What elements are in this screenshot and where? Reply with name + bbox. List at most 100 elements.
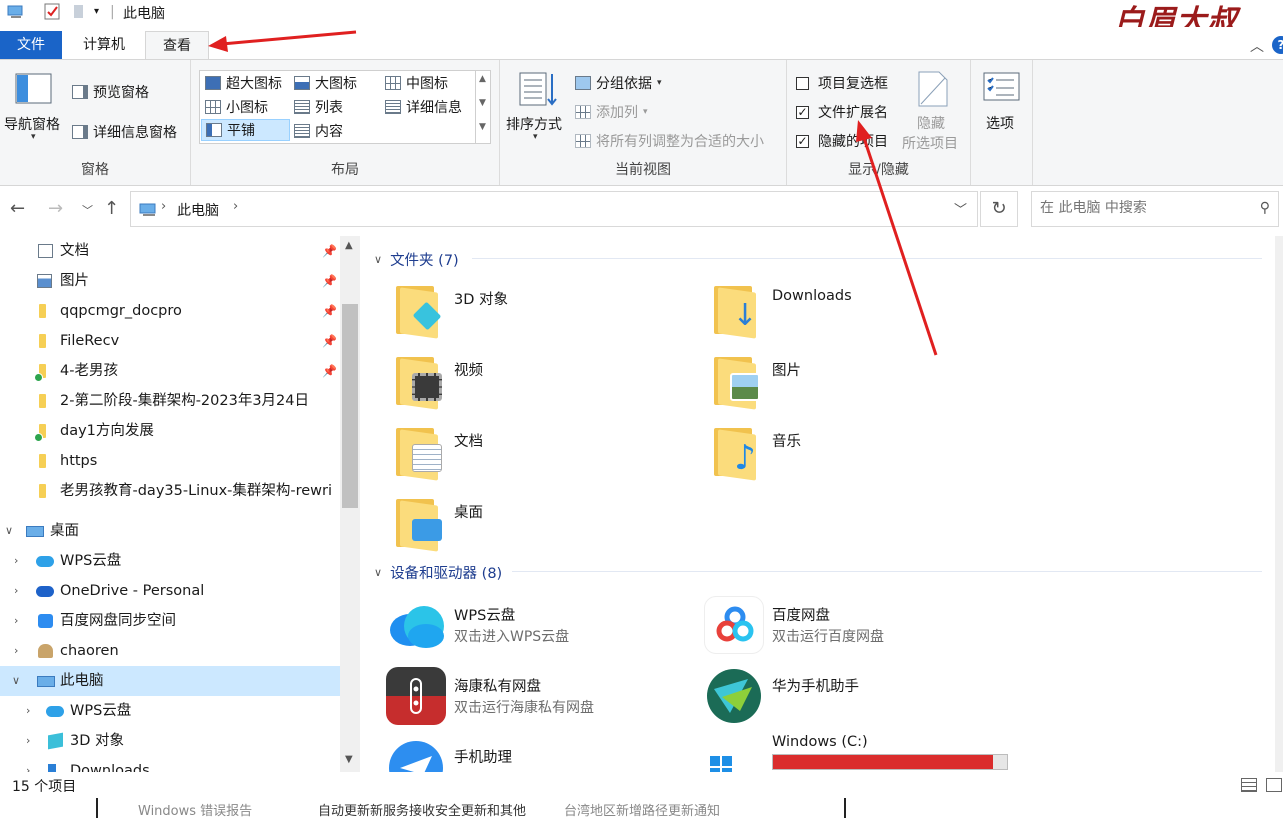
device-tile-huawei[interactable]: 华为手机助手: [678, 663, 978, 727]
pin-icon[interactable]: 📌: [322, 296, 337, 326]
search-box[interactable]: ⚲: [1031, 191, 1279, 227]
help-icon[interactable]: ?: [1272, 36, 1283, 54]
chevron-right-icon[interactable]: ›: [14, 636, 18, 666]
chevron-right-icon[interactable]: ›: [14, 546, 18, 576]
nav-pane-button[interactable]: 导航窗格: [4, 114, 60, 134]
computer-icon[interactable]: [6, 3, 26, 25]
sort-by-icon[interactable]: [518, 70, 558, 112]
nav-item-pictures[interactable]: 图片 📌: [0, 266, 340, 296]
folder-tile-desktop[interactable]: 桌面: [360, 489, 660, 553]
hide-selected-button-line2[interactable]: 所选项目: [902, 133, 958, 153]
scroll-thumb[interactable]: [342, 304, 358, 508]
folder-tile-videos[interactable]: 视频: [360, 347, 660, 411]
layout-content[interactable]: 内容: [294, 121, 343, 141]
layout-details[interactable]: 详细信息: [385, 97, 462, 117]
address-path[interactable]: 此电脑: [177, 200, 219, 220]
layout-gallery-scroll[interactable]: ▲ ▼ ▼: [475, 70, 491, 144]
nav-pane-icon[interactable]: [15, 73, 53, 109]
scroll-up-icon[interactable]: ▲: [479, 74, 486, 84]
folder-tile-pictures[interactable]: 图片: [678, 347, 978, 411]
chevron-right-icon[interactable]: ›: [233, 199, 238, 214]
nav-item-https[interactable]: https: [0, 446, 340, 476]
nav-item-3d-objects[interactable]: › 3D 对象: [0, 726, 340, 756]
scroll-up-icon[interactable]: ▲: [345, 240, 353, 251]
group-by-button[interactable]: 分组依据 ▾: [575, 73, 662, 93]
layout-large-icons[interactable]: 大图标: [294, 73, 357, 93]
nav-item-pc-wps-cloud[interactable]: › WPS云盘: [0, 696, 340, 726]
large-icons-view-toggle-icon[interactable]: [1266, 778, 1282, 792]
sort-by-button[interactable]: 排序方式: [506, 114, 562, 134]
chevron-down-icon[interactable]: ﹀: [954, 199, 967, 218]
fit-columns-button[interactable]: 将所有列调整为合适的大小: [575, 131, 764, 151]
preview-pane-button[interactable]: 预览窗格: [72, 82, 149, 102]
nav-item-chaoren[interactable]: › chaoren: [0, 636, 340, 666]
chevron-down-icon[interactable]: ∨: [5, 516, 13, 546]
folder-tile-3d-objects[interactable]: 3D 对象: [360, 276, 660, 340]
hidden-items-toggle[interactable]: ✓ 隐藏的项目: [796, 131, 888, 151]
new-folder-icon[interactable]: [72, 3, 86, 25]
add-column-button[interactable]: 添加列 ▾: [575, 102, 648, 122]
checkbox-checked[interactable]: ✓: [796, 134, 809, 148]
refresh-button[interactable]: ↻: [980, 191, 1018, 227]
chevron-right-icon[interactable]: ›: [26, 696, 30, 726]
pin-icon[interactable]: 📌: [322, 236, 337, 266]
tab-file[interactable]: 文件: [0, 31, 62, 59]
recent-locations-icon[interactable]: ﹀: [82, 202, 93, 218]
layout-small-icons[interactable]: 小图标: [205, 97, 268, 117]
hide-selected-button[interactable]: 隐藏: [917, 113, 945, 133]
chevron-down-icon[interactable]: ∨: [374, 566, 382, 579]
nav-item-stage2[interactable]: 2-第二阶段-集群架构-2023年3月24日: [0, 386, 340, 416]
tab-view[interactable]: 查看: [145, 31, 209, 60]
item-checkboxes-toggle[interactable]: 项目复选框: [796, 73, 888, 93]
chevron-right-icon[interactable]: ›: [161, 199, 166, 214]
customize-toolbar-icon[interactable]: ▾: [94, 6, 99, 17]
device-tile-wps-cloud[interactable]: WPS云盘 双击进入WPS云盘: [360, 592, 660, 656]
nav-item-downloads[interactable]: › Downloads: [0, 756, 340, 772]
nav-item-baidu-sync[interactable]: › 百度网盘同步空间: [0, 606, 340, 636]
nav-item-day1[interactable]: day1方向发展: [0, 416, 340, 446]
nav-item-documents[interactable]: 文档 📌: [0, 236, 340, 266]
chevron-right-icon[interactable]: ›: [26, 726, 30, 756]
pin-icon[interactable]: 📌: [322, 326, 337, 356]
file-extensions-toggle[interactable]: ✓ 文件扩展名: [796, 102, 888, 122]
tab-computer[interactable]: 计算机: [68, 31, 140, 59]
devices-section-header[interactable]: ∨ 设备和驱动器 (8): [374, 562, 502, 583]
expand-gallery-icon[interactable]: ▼: [479, 122, 486, 132]
address-bar[interactable]: › 此电脑 › ﹀: [130, 191, 978, 227]
hide-selected-icon[interactable]: [917, 70, 949, 112]
scroll-down-icon[interactable]: ▼: [479, 98, 486, 108]
chevron-down-icon[interactable]: ∨: [12, 666, 20, 696]
search-icon[interactable]: ⚲: [1260, 200, 1270, 216]
chevron-down-icon[interactable]: ∨: [374, 253, 382, 266]
layout-extra-large-icons[interactable]: 超大图标: [205, 73, 282, 93]
layout-medium-icons[interactable]: 中图标: [385, 73, 448, 93]
content-pane-scrollbar[interactable]: [1275, 236, 1283, 772]
nav-item-filerecv[interactable]: FileRecv 📌: [0, 326, 340, 356]
options-button[interactable]: 选项: [986, 113, 1014, 133]
nav-item-onedrive[interactable]: › OneDrive - Personal: [0, 576, 340, 606]
pin-icon[interactable]: 📌: [322, 356, 337, 386]
chevron-right-icon[interactable]: ›: [14, 606, 18, 636]
collapse-ribbon-icon[interactable]: ︿: [1250, 36, 1264, 56]
pin-icon[interactable]: 📌: [322, 266, 337, 296]
checkbox-checked[interactable]: ✓: [796, 105, 809, 119]
layout-tiles[interactable]: 平铺: [201, 119, 290, 141]
folders-section-header[interactable]: ∨ 文件夹 (7): [374, 249, 459, 270]
folder-tile-downloads[interactable]: ↓ Downloads: [678, 276, 978, 340]
details-view-toggle-icon[interactable]: [1241, 778, 1257, 792]
nav-item-wps-cloud[interactable]: › WPS云盘: [0, 546, 340, 576]
device-tile-phone-assistant[interactable]: 手机助理: [360, 734, 660, 772]
chevron-right-icon[interactable]: ›: [26, 756, 30, 772]
chevron-right-icon[interactable]: ›: [14, 576, 18, 606]
search-input[interactable]: [1040, 200, 1250, 216]
nav-item-desktop[interactable]: ∨ 桌面: [0, 516, 340, 546]
scroll-down-icon[interactable]: ▼: [345, 754, 353, 765]
properties-icon[interactable]: [44, 3, 62, 25]
layout-list[interactable]: 列表: [294, 97, 343, 117]
details-pane-button[interactable]: 详细信息窗格: [72, 122, 177, 142]
nav-item-qqpcmgr[interactable]: qqpcmgr_docpro 📌: [0, 296, 340, 326]
nav-item-day35[interactable]: 老男孩教育-day35-Linux-集群架构-rewri: [0, 476, 340, 506]
device-tile-hikvision[interactable]: 海康私有网盘 双击运行海康私有网盘: [360, 663, 660, 727]
nav-item-laonanhai[interactable]: 4-老男孩 📌: [0, 356, 340, 386]
nav-item-this-pc[interactable]: ∨ 此电脑: [0, 666, 340, 696]
